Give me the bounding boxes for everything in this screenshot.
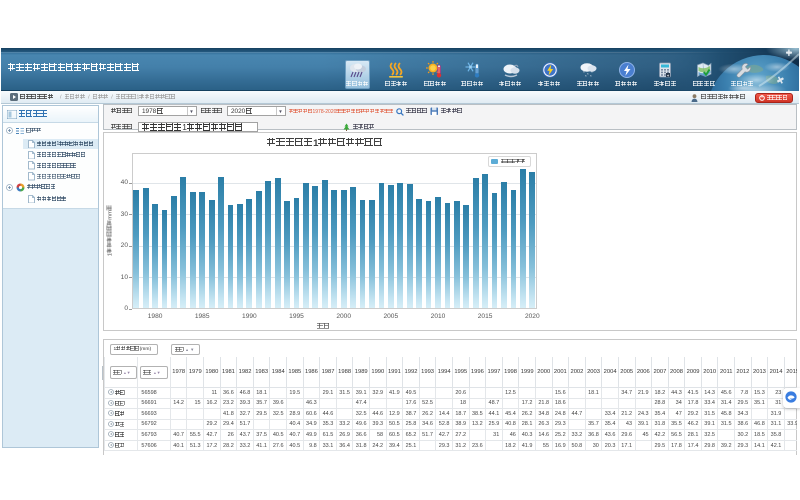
svg-text:*: * xyxy=(590,74,592,79)
svg-text:*: * xyxy=(587,72,589,77)
svg-text:*: * xyxy=(585,74,587,79)
